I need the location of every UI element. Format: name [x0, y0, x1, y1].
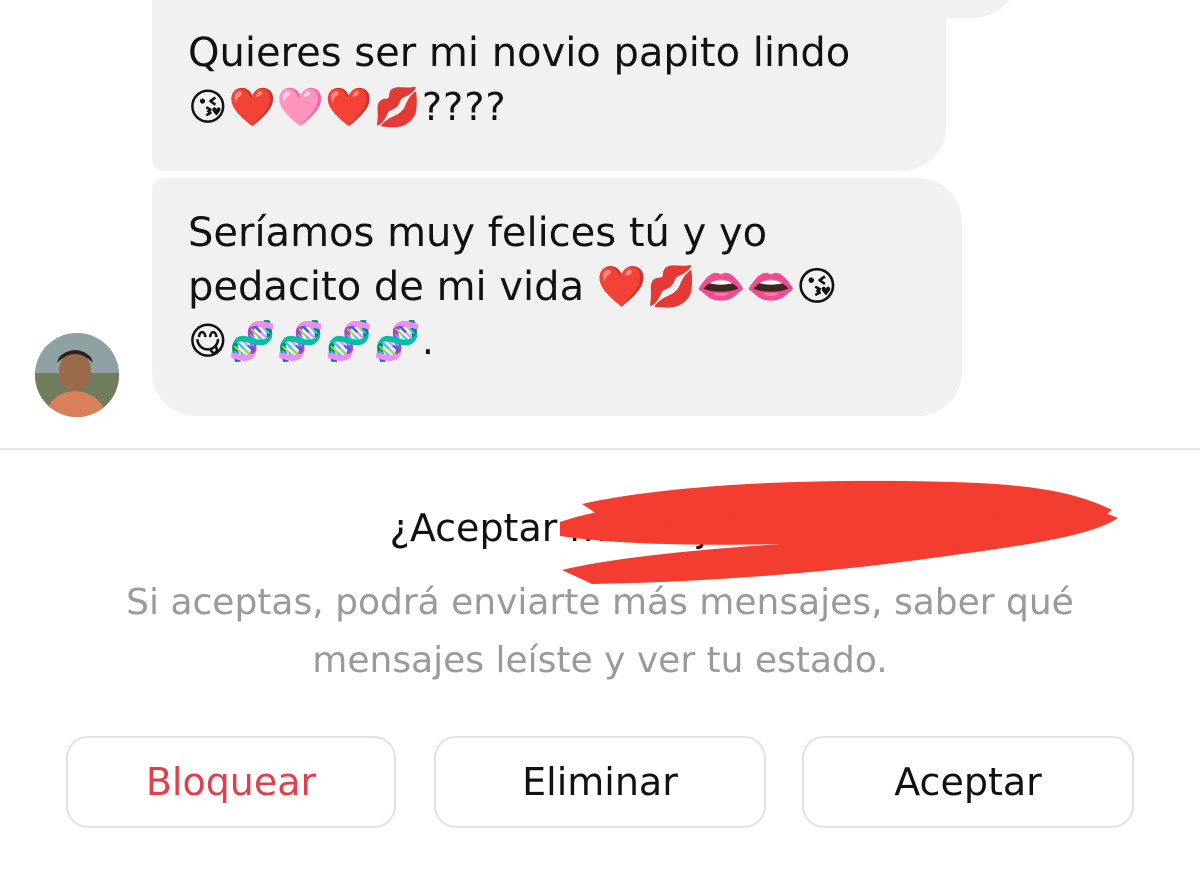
message-text-line: Seríamos muy felices tú y yo	[188, 210, 768, 256]
avatar[interactable]	[35, 333, 119, 417]
chat-screen: Quieres ser mi novio papito lindo 😘❤️🩷❤️…	[0, 0, 1200, 886]
message-emoji-line: 😋🧬🧬🧬🧬.	[188, 319, 435, 363]
accept-button[interactable]: Aceptar	[802, 736, 1134, 828]
divider	[0, 448, 1200, 450]
message-bubble[interactable]: Quieres ser mi novio papito lindo 😘❤️🩷❤️…	[152, 0, 946, 171]
message-text-line: Quieres ser mi novio papito lindo	[188, 30, 851, 76]
message-bubble[interactable]: Seríamos muy felices tú y yo pedacito de…	[152, 178, 962, 416]
delete-button[interactable]: Eliminar	[434, 736, 766, 828]
message-request-description: Si aceptas, podrá enviarte más mensajes,…	[126, 582, 1074, 681]
block-button[interactable]: Bloquear	[66, 736, 396, 828]
avatar-photo	[35, 333, 119, 417]
message-text-line: pedacito de mi vida ❤️💋👄👄😘	[188, 264, 838, 310]
message-emoji-line: 😘❤️🩷❤️💋????	[188, 85, 507, 129]
